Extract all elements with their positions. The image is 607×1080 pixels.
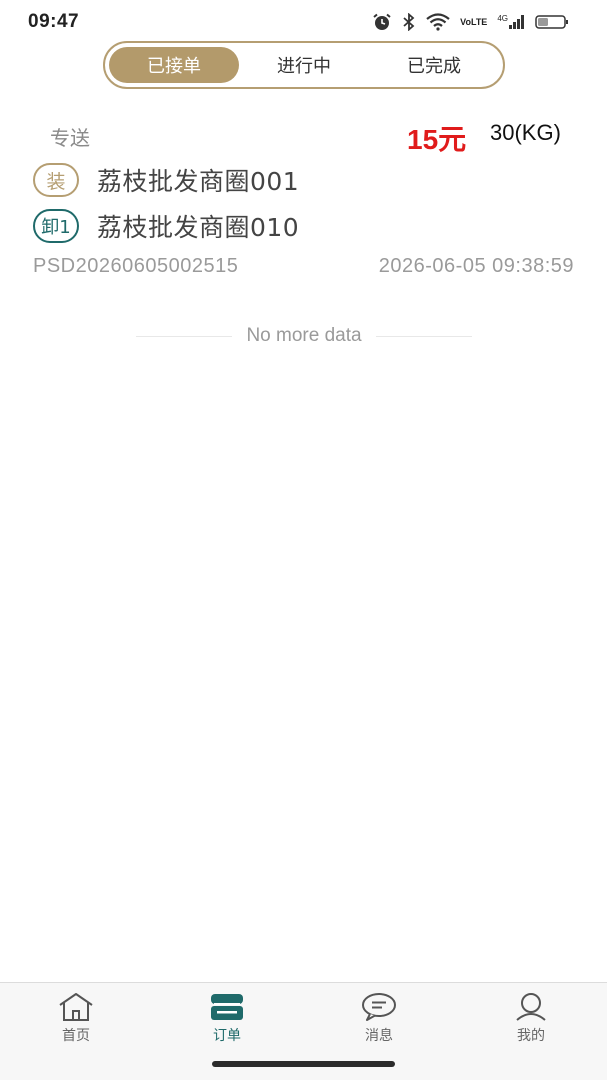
status-bar: 09:47 Vo LTE 4G [0, 0, 607, 44]
battery-icon [535, 14, 569, 30]
home-icon [56, 991, 96, 1023]
tabbar-label-profile: 我的 [517, 1028, 545, 1044]
home-indicator[interactable] [212, 1061, 395, 1067]
signal-icon: 4G [497, 15, 525, 29]
tabbar-label-orders: 订单 [213, 1028, 241, 1044]
load-address: 荔枝批发商圈001 [97, 167, 300, 196]
volte-icon: Vo LTE [460, 17, 488, 27]
tabbar-item-profile[interactable]: 我的 [481, 991, 581, 1051]
status-icons: Vo LTE 4G [372, 13, 569, 31]
divider-right [375, 335, 472, 337]
unload-badge: 卸1 [33, 209, 79, 243]
order-price: 15元 [407, 124, 467, 155]
tabbar-label-messages: 消息 [365, 1028, 393, 1044]
tab-in-progress[interactable]: 进行中 [239, 47, 369, 83]
load-stop: 装 荔枝批发商圈001 [33, 162, 299, 198]
alarm-icon [372, 13, 392, 31]
list-end-indicator: No more data [136, 322, 472, 350]
unload-address: 荔枝批发商圈010 [97, 213, 300, 242]
tabbar-label-home: 首页 [62, 1028, 90, 1044]
tab-accepted[interactable]: 已接单 [109, 47, 239, 83]
order-status-tabs: 已接单 进行中 已完成 [103, 41, 505, 89]
bluetooth-icon [402, 13, 416, 31]
no-more-data-text: No more data [246, 325, 362, 346]
tabbar-item-messages[interactable]: 消息 [329, 991, 429, 1051]
divider-left [136, 335, 233, 337]
tabbar-item-orders[interactable]: 订单 [177, 991, 277, 1051]
order-card[interactable]: 专送 15元 30(KG) 装 荔枝批发商圈001 卸1 荔枝批发商圈010 P… [0, 110, 607, 290]
order-number: PSD20260605002515 [33, 255, 239, 277]
unload-stop: 卸1 荔枝批发商圈010 [33, 208, 299, 244]
wifi-icon [426, 13, 450, 31]
tab-completed[interactable]: 已完成 [369, 47, 499, 83]
load-badge: 装 [33, 163, 79, 197]
profile-icon [511, 991, 551, 1023]
order-weight: 30(KG) [490, 120, 561, 145]
order-icon [207, 991, 247, 1023]
order-type: 专送 [50, 126, 90, 150]
network-type: 4G [497, 14, 508, 23]
message-icon [359, 991, 399, 1023]
order-time: 2026-06-05 09:38:59 [378, 255, 574, 277]
status-time: 09:47 [28, 11, 80, 32]
tabbar-item-home[interactable]: 首页 [26, 991, 126, 1051]
